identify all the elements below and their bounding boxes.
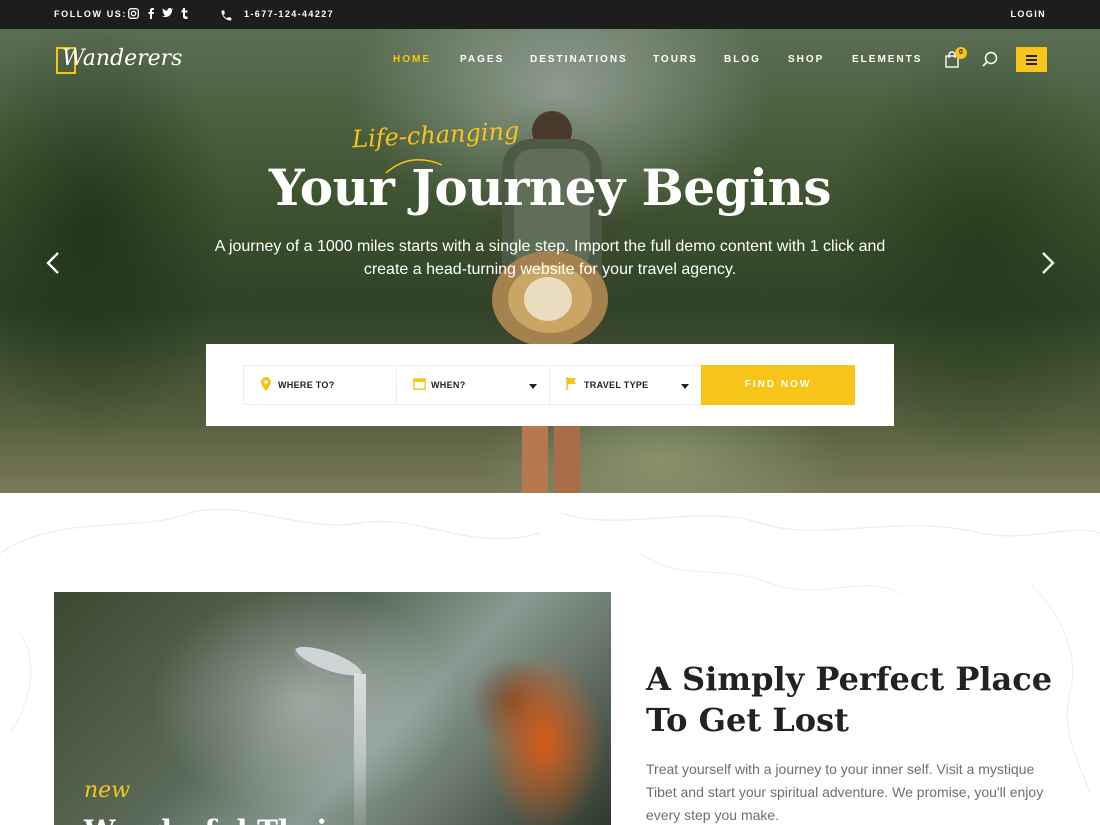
login-link[interactable]: LOGIN [1011,9,1047,19]
tour-search-form: WHERE TO? WHEN? TRAVEL TYPE FIND NOW [206,344,894,426]
intro-text: Treat yourself with a journey to your in… [646,761,1044,823]
new-badge: new [84,778,131,803]
featured-tour-image[interactable]: new Wonderful Thai [54,592,611,825]
nav-elements[interactable]: ELEMENTS [852,54,922,65]
instagram-icon[interactable] [127,8,139,20]
flag-icon [566,377,580,391]
intro-title: A Simply Perfect Place To Get Lost [646,660,1053,739]
phone-icon [221,8,233,21]
travel-type-label: TRAVEL TYPE [584,380,649,390]
featured-tour-title[interactable]: Wonderful Thai [84,814,327,825]
search-icon[interactable] [982,51,1000,69]
find-now-button[interactable]: FIND NOW [701,365,855,405]
nav-home[interactable]: HOME [393,54,431,65]
water-stream-illustration [354,674,366,825]
phone-number[interactable]: 1-677-124-44227 [244,9,334,19]
menu-line [1026,55,1037,57]
when-label: WHEN? [431,380,466,390]
travel-type-field[interactable]: TRAVEL TYPE [549,365,702,405]
logo-text: Wanderers [62,46,183,71]
menu-button[interactable] [1016,47,1047,72]
hero-headline: Your Journey Begins [268,158,832,217]
prev-slide-arrow-icon[interactable] [46,251,60,275]
where-to-label: WHERE TO? [278,380,335,390]
where-to-field[interactable]: WHERE TO? [243,365,397,405]
nav-pages[interactable]: PAGES [460,54,504,65]
facebook-icon[interactable] [145,8,157,20]
nav-destinations[interactable]: DESTINATIONS [530,54,628,65]
menu-line [1026,63,1037,65]
next-slide-arrow-icon[interactable] [1041,251,1055,275]
cart-count-badge: 0 [955,47,967,59]
top-bar: FOLLOW US: 1-677-124-44227 LOGIN [0,0,1100,29]
map-pin-icon [260,377,274,391]
nav-shop[interactable]: SHOP [788,54,824,65]
nav-tours[interactable]: TOURS [653,54,698,65]
when-field[interactable]: WHEN? [396,365,550,405]
nav-blog[interactable]: BLOG [724,54,761,65]
twitter-icon[interactable] [161,8,173,20]
calendar-icon [413,377,427,391]
chevron-down-icon [529,384,537,389]
hero-slider: Wanderers HOME PAGES DESTINATIONS TOURS … [0,29,1100,493]
tumblr-icon[interactable] [179,8,191,20]
hero-subtext: A journey of a 1000 miles starts with a … [214,238,886,278]
chevron-down-icon [681,384,689,389]
menu-line [1026,59,1037,61]
follow-us-label: FOLLOW US: [54,9,127,19]
